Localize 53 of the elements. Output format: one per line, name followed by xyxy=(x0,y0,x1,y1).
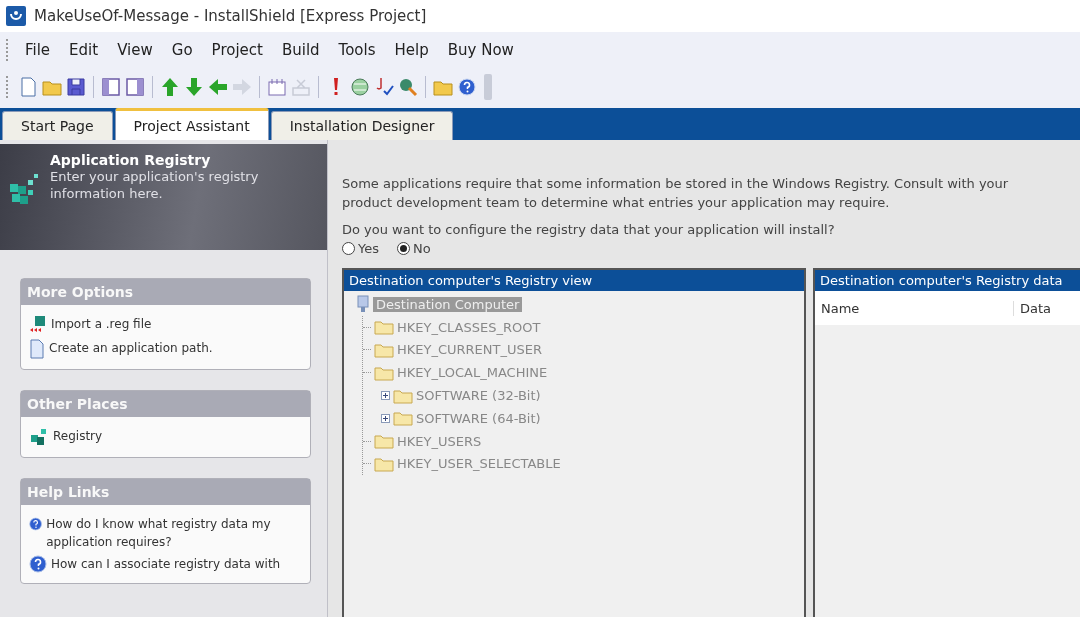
sidebar-title: Application Registry xyxy=(50,152,212,168)
menu-item[interactable]: Tools xyxy=(328,41,385,59)
column-header[interactable]: Data xyxy=(1014,300,1052,316)
sidebar-subtitle: Enter your application's registry information here. xyxy=(50,168,260,202)
menu-item[interactable]: View xyxy=(107,41,162,59)
menu-item[interactable]: Buy Now xyxy=(437,41,523,59)
card-title: More Options xyxy=(21,279,310,305)
pane-icon[interactable] xyxy=(124,75,146,98)
radio-label[interactable]: Yes xyxy=(358,241,379,256)
task-link[interactable]: Import a .reg file xyxy=(51,315,152,333)
folder-icon xyxy=(374,455,394,472)
arrow-icon[interactable] xyxy=(183,75,205,98)
menu-item[interactable]: Go xyxy=(161,41,202,59)
registry-cubes-icon xyxy=(29,427,49,447)
menu-item[interactable]: Help xyxy=(384,41,438,59)
folder-icon xyxy=(374,319,394,336)
column-header[interactable]: Name xyxy=(815,300,1014,316)
intro-text: Some applications require that some information be stored in the Windows Registry. Consult with your product development team to determine what entries your application may require. xyxy=(342,175,1010,212)
window-title: MakeUseOf-Message - InstallShield [Express Project] xyxy=(34,7,427,25)
import-icon xyxy=(29,315,47,335)
card-title: Help Links xyxy=(21,479,310,505)
task-link[interactable]: Create an application path. xyxy=(49,339,213,357)
tab[interactable]: Installation Designer xyxy=(270,111,454,140)
help-icon xyxy=(29,515,43,533)
menu-item[interactable]: Build xyxy=(271,41,329,59)
folder-icon xyxy=(393,387,413,404)
task-link[interactable]: How do I know what registry data my application requires? xyxy=(46,515,306,551)
radio-label[interactable]: No xyxy=(413,241,431,256)
computer-icon xyxy=(356,295,370,314)
task-link[interactable]: Registry xyxy=(53,427,103,445)
menu-item[interactable]: Project xyxy=(201,41,272,59)
help-icon[interactable] xyxy=(456,75,478,98)
panel-header: Destination computer's Registry view xyxy=(344,270,804,291)
save-icon[interactable] xyxy=(65,75,87,98)
folder-icon xyxy=(374,342,394,358)
tab[interactable]: Start Page xyxy=(2,111,113,140)
panel-header: Destination computer's Registry data xyxy=(815,270,1080,291)
help-icon xyxy=(29,555,47,573)
task-link[interactable]: How can I associate registry data with xyxy=(51,555,281,573)
radio-button[interactable] xyxy=(397,242,410,255)
tab[interactable]: Project Assistant xyxy=(114,108,269,140)
page-icon xyxy=(29,339,45,359)
folder-icon xyxy=(393,410,413,427)
card-title: Other Places xyxy=(21,391,310,417)
folder-icon xyxy=(374,433,394,450)
radio-button[interactable] xyxy=(342,242,355,255)
question-text: Do you want to configure the registry data that your application will install? xyxy=(342,222,836,237)
globe-icon[interactable] xyxy=(349,75,371,98)
menu-item[interactable]: Edit xyxy=(59,41,108,59)
app-logo-icon xyxy=(6,6,26,26)
menu-item[interactable]: File xyxy=(15,41,60,59)
pane-icon[interactable] xyxy=(100,75,122,98)
folder-icon xyxy=(374,364,394,381)
